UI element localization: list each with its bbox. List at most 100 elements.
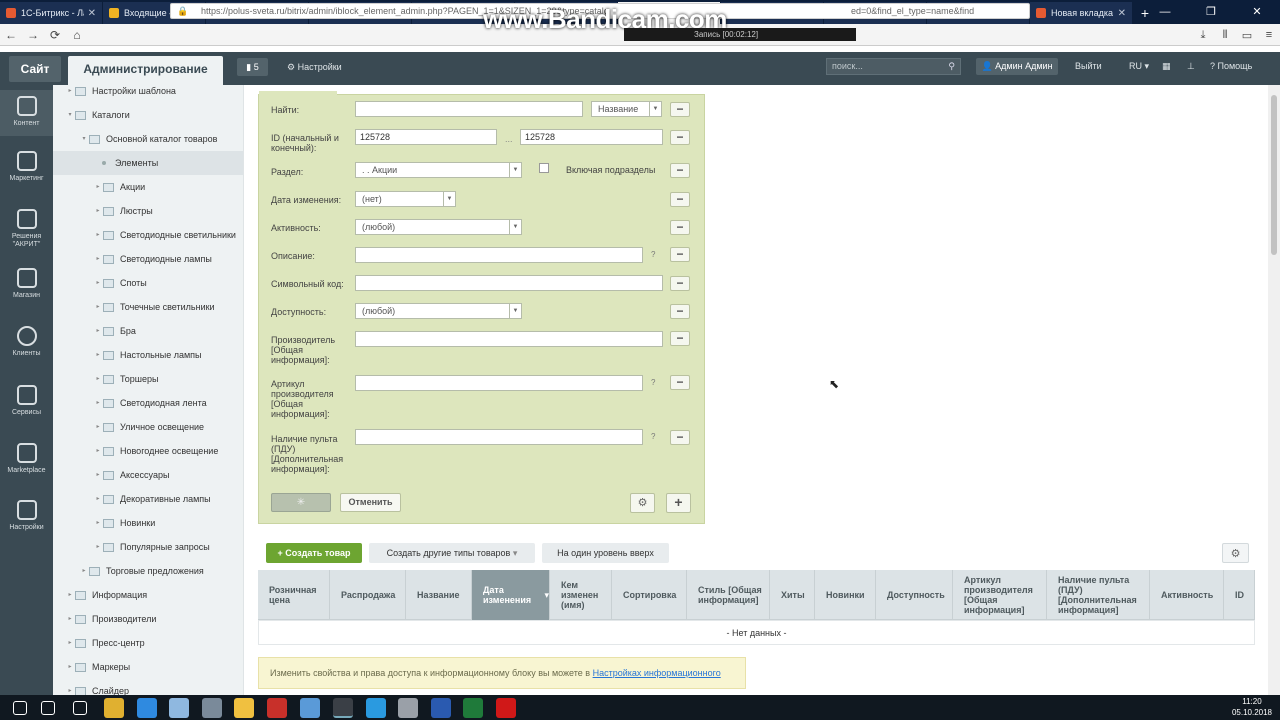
pin-icon[interactable]: ⊥ [1187, 58, 1195, 75]
tab-close-icon[interactable]: ✕ [88, 8, 96, 19]
sidebar-tree-item[interactable]: ▸ Декоративные лампы [53, 487, 243, 511]
sidebar-tree-item[interactable]: ▸ Светодиодные светильники [53, 223, 243, 247]
sidebar-tree-item[interactable]: ▸ Уличное освещение [53, 415, 243, 439]
table-column-header[interactable]: Кем изменен (имя) [550, 570, 612, 620]
settings-link[interactable]: ⚙ Настройки [287, 58, 342, 76]
section-select[interactable]: . . Акции ▼ [355, 162, 522, 178]
sidebar-tree-item[interactable]: ▸ Новинки [53, 511, 243, 535]
word-icon[interactable] [431, 698, 451, 718]
remove-description-button[interactable]: − [670, 247, 690, 262]
sidebar-tree-item[interactable]: ▸ Пресс-центр [53, 631, 243, 655]
remove-section-button[interactable]: − [670, 163, 690, 178]
table-column-header[interactable]: Артикул производителя [Общая информация] [953, 570, 1047, 620]
id-to-input[interactable]: 125728 [520, 129, 663, 145]
app-icon[interactable] [300, 698, 320, 718]
tree-toggle-icon[interactable]: ▸ [93, 469, 103, 481]
file-explorer-icon[interactable] [234, 698, 254, 718]
chrome-icon[interactable] [104, 698, 124, 718]
language-switch[interactable]: RU ▾ [1129, 58, 1149, 75]
library-icon[interactable]: ⫴ [1214, 29, 1236, 42]
restore-icon[interactable]: ❐ [1188, 0, 1234, 24]
remove-code-button[interactable]: − [670, 276, 690, 291]
create-other-types-button[interactable]: Создать другие типы товаров ▾ [369, 543, 535, 563]
browser-tab[interactable]: 1С-Битрикс - Лаб ✕ [0, 2, 102, 24]
sidebar-tree-item[interactable]: ▸ Настройки шаблона [53, 85, 243, 103]
admin-menu-item[interactable]: Маркетинг [0, 145, 53, 191]
sidebar-tree-item[interactable]: ▾ Основной каталог товаров [53, 127, 243, 151]
sidebar-tree-item[interactable]: ▸ Маркеры [53, 655, 243, 679]
admin-menu-item[interactable]: Решения "АКРИТ" [0, 203, 53, 249]
tree-toggle-icon[interactable]: ▸ [65, 589, 75, 601]
hotkeys-icon[interactable]: ▦ [1162, 58, 1171, 75]
table-column-header[interactable]: Стиль [Общая информация] [687, 570, 770, 620]
remove-remote-button[interactable]: − [670, 430, 690, 445]
admin-button[interactable]: Администрирование [68, 56, 223, 85]
maker-input[interactable] [355, 331, 663, 347]
tree-toggle-icon[interactable]: ▸ [93, 325, 103, 337]
tree-toggle-icon[interactable]: ▸ [93, 517, 103, 529]
tree-toggle-icon[interactable]: ▸ [93, 229, 103, 241]
availability-select[interactable]: (любой) ▼ [355, 303, 522, 319]
windows-start-icon[interactable] [13, 701, 27, 715]
include-subsections-checkbox[interactable] [539, 163, 549, 173]
find-type-select[interactable]: Название ▼ [591, 101, 662, 117]
create-product-button[interactable]: + Создать товар [266, 543, 362, 563]
sidebar-tree-item[interactable]: ▸ Производители [53, 607, 243, 631]
tree-toggle-icon[interactable]: ▸ [65, 661, 75, 673]
remove-article-button[interactable]: − [670, 375, 690, 390]
app-icon[interactable] [169, 698, 189, 718]
sidebar-tree-item[interactable]: ▾ Каталоги [53, 103, 243, 127]
minimize-icon[interactable]: — [1142, 0, 1188, 24]
sidebar-tree-item[interactable]: ▸ Слайдер [53, 679, 243, 695]
sidebar-tree-item[interactable]: ▸ Бра [53, 319, 243, 343]
find-input[interactable] [355, 101, 583, 117]
tree-toggle-icon[interactable]: ▸ [93, 493, 103, 505]
table-column-header[interactable]: Название [406, 570, 472, 620]
home-icon[interactable]: ⌂ [66, 28, 88, 42]
admin-menu-item[interactable]: Сервисы [0, 379, 53, 425]
download-icon[interactable]: ⤓ [1192, 29, 1214, 42]
table-column-header[interactable]: Розничная цена [258, 570, 330, 620]
tree-toggle-icon[interactable]: ▸ [93, 277, 103, 289]
close-icon[interactable]: ✕ [1234, 0, 1280, 24]
sidebar-tree-item[interactable]: ▸ Новогоднее освещение [53, 439, 243, 463]
remote-input[interactable] [355, 429, 643, 445]
tree-toggle-icon[interactable]: ▸ [65, 685, 75, 695]
page-scrollbar[interactable] [1268, 85, 1280, 695]
user-button[interactable]: 👤 Админ Админ [976, 58, 1058, 75]
add-filter-button[interactable]: + [666, 493, 691, 513]
sidebar-tree-item[interactable]: ▸ Светодиодные лампы [53, 247, 243, 271]
reload-icon[interactable]: ⟳ [44, 28, 66, 42]
edge-icon[interactable] [137, 698, 157, 718]
table-column-header[interactable]: ID [1224, 570, 1255, 620]
tree-toggle-icon[interactable]: ▸ [93, 181, 103, 193]
tree-toggle-icon[interactable]: ▸ [93, 397, 103, 409]
sidebar-tree-item[interactable]: ▸ Светодиодная лента [53, 391, 243, 415]
scrollbar-thumb[interactable] [1271, 95, 1277, 255]
filter-settings-icon[interactable]: ⚙ [630, 493, 655, 513]
admin-menu-item[interactable]: Магазин [0, 262, 53, 308]
remove-date-button[interactable]: − [670, 192, 690, 207]
tree-toggle-icon[interactable]: ▸ [65, 85, 75, 97]
tree-toggle-icon[interactable]: ▸ [79, 565, 89, 577]
sidebar-tree-item[interactable]: ▸ Споты [53, 271, 243, 295]
table-column-header[interactable]: Активность [1150, 570, 1224, 620]
tree-toggle-icon[interactable]: ▸ [93, 373, 103, 385]
sidebar-tree-item[interactable]: Элементы [53, 151, 243, 175]
code-input[interactable] [355, 275, 663, 291]
firefox-icon[interactable] [333, 698, 353, 718]
sidebar-tree-item[interactable]: ▸ Акции [53, 175, 243, 199]
menu-icon[interactable]: ≡ [1258, 29, 1280, 41]
tree-toggle-icon[interactable]: ▸ [93, 253, 103, 265]
description-input[interactable] [355, 247, 643, 263]
remove-active-button[interactable]: − [670, 220, 690, 235]
tree-toggle-icon[interactable]: ▸ [93, 301, 103, 313]
table-column-header[interactable]: Распродажа [330, 570, 406, 620]
admin-menu-item[interactable]: Контент [0, 90, 53, 136]
tree-toggle-icon[interactable]: ▾ [79, 133, 89, 145]
site-button[interactable]: Сайт [9, 56, 61, 82]
tree-toggle-icon[interactable]: ▸ [65, 613, 75, 625]
sidebar-tree-item[interactable]: ▸ Аксессуары [53, 463, 243, 487]
table-column-header[interactable]: Новинки [815, 570, 876, 620]
tree-toggle-icon[interactable]: ▸ [65, 637, 75, 649]
